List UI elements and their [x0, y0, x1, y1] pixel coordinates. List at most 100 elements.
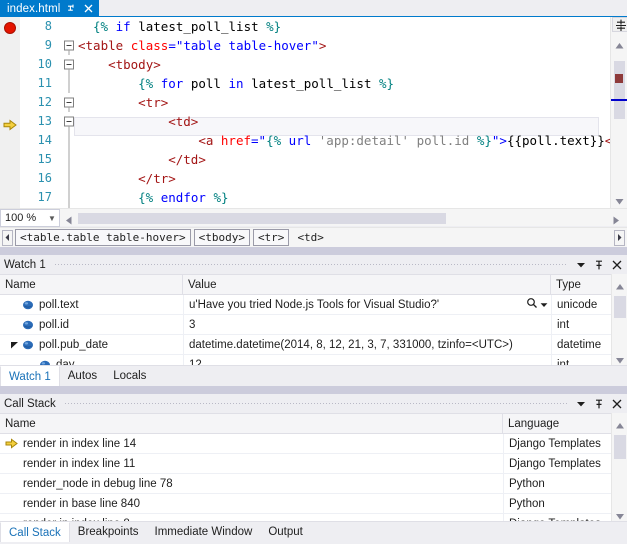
close-icon[interactable] [609, 396, 625, 412]
outlining-collapse-icon[interactable] [62, 36, 76, 55]
callstack-column-header-language[interactable]: Language [503, 414, 611, 434]
tab-watch-1[interactable]: Watch 1 [0, 366, 60, 386]
watch-column-header-name[interactable]: Name [0, 275, 183, 295]
breadcrumb[interactable]: <table.table table-hover><tbody><tr><td> [0, 227, 627, 247]
scroll-up-arrow-icon[interactable] [615, 417, 625, 426]
horizontal-splitter-lower[interactable] [0, 386, 627, 394]
scroll-up-arrow-icon[interactable] [615, 278, 625, 287]
tab-output[interactable]: Output [260, 522, 311, 542]
tree-expander-expanded-icon[interactable] [10, 340, 19, 349]
watch-column-header-value[interactable]: Value [183, 275, 551, 295]
callstack-row-name-cell[interactable]: render_node in debug line 78 [0, 474, 503, 493]
tab-call-stack[interactable]: Call Stack [0, 522, 70, 542]
pin-icon[interactable] [591, 396, 607, 412]
watch-row[interactable]: poll.pub_datedatetime.datetime(2014, 8, … [0, 335, 627, 355]
pin-icon[interactable] [591, 257, 607, 273]
chevron-down-icon[interactable] [573, 396, 589, 412]
callstack-row-language-cell: Django Templates [503, 454, 611, 473]
watch-row-value-cell[interactable]: datetime.datetime(2014, 8, 12, 21, 3, 7,… [183, 335, 551, 354]
watch-row-type-cell: unicode [551, 295, 611, 314]
caption-grip [54, 261, 567, 268]
watch-scrollbar-thumb[interactable] [614, 296, 626, 318]
watch-column-header-type[interactable]: Type [551, 275, 611, 295]
chevron-down-icon[interactable]: ▼ [45, 214, 59, 223]
callstack-row[interactable]: render in index line 11Django Templates [0, 454, 627, 474]
outlining-collapse-icon[interactable] [62, 55, 76, 74]
watch-vertical-scrollbar[interactable] [611, 274, 627, 365]
scroll-left-arrow-icon[interactable] [64, 213, 74, 224]
breadcrumb-item[interactable]: <td> [292, 229, 329, 246]
watch-value-text: u'Have you tried Node.js Tools for Visua… [189, 299, 439, 311]
close-icon[interactable] [609, 257, 625, 273]
callstack-row[interactable]: render in base line 840 Python [0, 494, 627, 514]
magnifier-icon[interactable] [526, 297, 538, 312]
code-editor[interactable]: 8{% if latest_poll_list %}9<table class=… [0, 17, 627, 208]
watch-grid[interactable]: Name Value Type poll.text u'Have you trie… [0, 274, 627, 365]
code-line[interactable]: 9<table class="table table-hover"> [20, 36, 627, 55]
code-line[interactable]: 10<tbody> [20, 55, 627, 74]
code-line[interactable]: 17{% endfor %} [20, 188, 627, 207]
code-line[interactable]: 13<td> [20, 112, 627, 131]
code-line[interactable]: 14<a href="{% url 'app:detail' poll.id %… [20, 131, 627, 150]
code-line[interactable]: 11{% for poll in latest_poll_list %} [20, 74, 627, 93]
chevron-right-icon[interactable] [614, 230, 625, 246]
breakpoint-icon[interactable] [4, 22, 16, 34]
code-token: %} [477, 133, 492, 148]
watch-row-value-cell[interactable]: u'Have you tried Node.js Tools for Visua… [183, 295, 551, 314]
tree-expander-placeholder [10, 300, 19, 309]
callstack-scrollbar-thumb[interactable] [614, 435, 626, 459]
callstack-column-header-name[interactable]: Name [0, 414, 503, 434]
editor-indicator-margin[interactable] [0, 17, 20, 208]
callstack-grid[interactable]: Name Language render in index line 14Dja… [0, 413, 627, 521]
code-token: latest_poll_list [244, 76, 379, 91]
code-line[interactable]: 15</td> [20, 150, 627, 169]
chevron-left-icon[interactable] [2, 230, 13, 246]
zoom-level-combobox[interactable]: 100 % ▼ [0, 209, 60, 227]
callstack-row[interactable]: render in index line 14 Django Templates [0, 434, 627, 454]
editor-scrollbar-thumb[interactable] [614, 61, 625, 119]
callstack-vertical-scrollbar[interactable] [611, 413, 627, 521]
watch-row-value-cell[interactable]: 3 [183, 315, 551, 334]
outlining-collapse-icon[interactable] [62, 112, 76, 131]
callstack-row-name-cell[interactable]: render in base line 840 [0, 494, 503, 513]
watch-row[interactable]: poll.text u'Have you tried Node.js Tools … [0, 295, 627, 315]
value-viewer-control[interactable] [526, 297, 551, 312]
editor-vertical-scrollbar[interactable] [610, 17, 627, 208]
tab-locals[interactable]: Locals [105, 366, 154, 386]
breadcrumb-item[interactable]: <tbody> [194, 229, 250, 246]
watch-row[interactable]: poll.id3int [0, 315, 627, 335]
callstack-row-name-cell[interactable]: render in index line 14 [0, 434, 503, 453]
scroll-down-arrow-icon[interactable] [615, 508, 625, 517]
chevron-down-icon[interactable] [540, 299, 548, 311]
tab-autos[interactable]: Autos [60, 366, 105, 386]
scroll-down-arrow-icon[interactable] [615, 352, 625, 361]
scroll-up-arrow-icon[interactable] [614, 37, 625, 46]
callstack-language-text: Django Templates [509, 438, 601, 450]
callstack-language-text: Python [509, 498, 545, 510]
outlining-collapse-icon[interactable] [62, 93, 76, 112]
pin-icon[interactable] [66, 3, 77, 14]
editor-hscrollbar-thumb[interactable] [78, 213, 446, 224]
callstack-row-name-cell[interactable]: render in index line 11 [0, 454, 503, 473]
chevron-down-icon[interactable] [573, 257, 589, 273]
watch-row-name-cell[interactable]: poll.id [0, 315, 183, 334]
document-tab-index-html[interactable]: index.html [0, 0, 99, 17]
code-line[interactable]: 12<tr> [20, 93, 627, 112]
breadcrumb-item[interactable]: <table.table table-hover> [15, 229, 191, 246]
tab-breakpoints[interactable]: Breakpoints [70, 522, 147, 542]
callstack-frame-name: render in base line 840 [23, 498, 140, 510]
close-icon[interactable] [83, 3, 94, 14]
scroll-right-arrow-icon[interactable] [611, 213, 621, 224]
breadcrumb-item[interactable]: <tr> [253, 229, 290, 246]
code-text-area[interactable]: 8{% if latest_poll_list %}9<table class=… [20, 17, 627, 208]
scroll-down-arrow-icon[interactable] [614, 193, 625, 202]
code-line[interactable]: 16</tr> [20, 169, 627, 188]
split-view-icon[interactable] [612, 17, 627, 32]
horizontal-splitter-upper[interactable] [0, 247, 627, 255]
code-line[interactable]: 8{% if latest_poll_list %} [20, 17, 627, 36]
code-token: {% [93, 19, 108, 34]
watch-row-name-cell[interactable]: poll.text [0, 295, 183, 314]
watch-row-name-cell[interactable]: poll.pub_date [0, 335, 183, 354]
callstack-row[interactable]: render_node in debug line 78Python [0, 474, 627, 494]
tab-immediate-window[interactable]: Immediate Window [147, 522, 261, 542]
